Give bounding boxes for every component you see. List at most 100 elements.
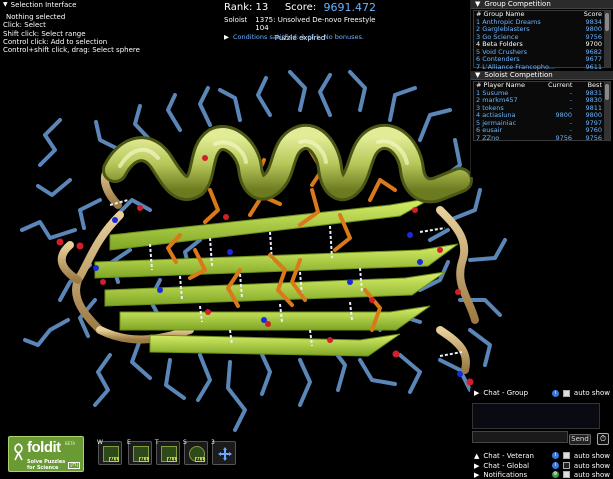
info-icon[interactable]: i [551,390,559,397]
col-current: Current [548,81,573,89]
info-icon[interactable]: i [551,452,559,459]
info-icon[interactable]: i [551,462,559,469]
score-value: 9691.472 [323,1,377,14]
hotkey-label: 3 [211,439,215,446]
player-name: 6 eusair [476,127,503,134]
foldit-logo: foldit BETA Solve Puzzles for Science [H… [8,436,84,472]
player-best: 9756 [585,133,602,142]
chat-global-label[interactable]: Chat - Global [483,462,529,470]
auto-show-label: auto show [573,451,610,460]
conditions-row[interactable]: ▶ Conditions satisfied: 1 of 1. No bonus… [224,33,364,41]
settings-icon[interactable]: ⚙ [551,471,559,478]
chat-group-label[interactable]: Chat - Group [483,389,528,398]
chat-group-panel: ▶ Chat - Group i auto show [470,388,613,450]
hotkey-label: W [97,439,103,446]
player-current: 9756 [555,133,572,142]
chat-veteran-row[interactable]: ▲ Chat - Veteran i auto show [470,451,613,460]
player-current: - [569,88,572,97]
chat-log[interactable] [472,403,600,429]
auto-show-checkbox[interactable] [562,452,570,459]
selection-interface-panel: ▼ Selection Interface Nothing selected C… [0,0,140,60]
group-score: 9611 [585,62,602,71]
group-scrollbar[interactable] [604,11,610,67]
player-name: 7 ZZno [476,134,500,142]
auto-show-label: auto show [573,470,610,479]
group-competition-panel: ▼ Group Competition # Group Name Score 1… [470,0,613,70]
table-row[interactable]: 7 ZZno 9756 9756 [474,133,610,143]
help-click: Click: Select [3,21,46,30]
hotkey-label: S [183,439,187,446]
move-arrows-icon [218,447,232,461]
collapse-triangle-icon[interactable]: ▲ [474,452,479,460]
soloist-scrollbar[interactable] [604,82,610,140]
col-player-name: # Player Name [476,82,525,89]
chat-global-row[interactable]: ▶ Chat - Global i auto show [470,461,613,470]
selection-interface-title: Selection Interface [10,1,77,9]
soloist-competition-header[interactable]: ▼ Soloist Competition [471,71,613,80]
group-name: 6 Contenders [476,56,520,63]
collapse-triangle-icon[interactable]: ▼ [3,1,8,9]
player-current: - [569,96,572,104]
send-button[interactable]: Send [569,434,591,445]
puzzle-title: 1375: Unsolved De-novo Freestyle 104 [255,16,376,32]
wiggle-sidechains-button[interactable]: E ALL [127,439,152,465]
group-name: 4 Beta Folders [476,41,523,48]
hotkey-label: E [127,439,131,446]
logo-tagline-2: for Science [27,465,59,471]
conditions-text: Conditions satisfied: 1 of 1. No bonuses… [233,33,364,41]
logo-name: foldit [27,439,61,456]
chat-veteran-label[interactable]: Chat - Veteran [483,452,534,460]
notifications-label[interactable]: Notifications [483,471,527,479]
expand-triangle-icon[interactable]: ▶ [474,462,479,470]
selection-interface-header[interactable]: ▼ Selection Interface [3,1,131,9]
help-control-click: Control click: Add to selection [3,37,108,46]
tool-label: ALL [108,457,119,462]
player-name: 1 Susume [476,89,509,97]
group-name: 2 Gargleblasters [476,26,530,33]
player-name: 2 markm457 [476,97,518,104]
score-label: Score: [284,2,317,13]
expand-triangle-icon[interactable]: ▶ [224,33,229,41]
tweak-button[interactable]: T ALL [155,439,180,465]
col-group-name: # Group Name [476,11,525,18]
move-button[interactable]: 3 [211,439,236,465]
tool-label: ALL [138,457,149,462]
wiggle-all-button[interactable]: W ALL [97,439,122,465]
group-name: 3 Go Science [476,33,519,41]
player-current: 9800 [555,111,572,119]
logo-version: [H] [68,462,80,469]
tool-label: ALL [194,457,205,462]
logo-beta: BETA [65,441,76,446]
tool-label: ALL [166,457,177,462]
mode-label: Soloist [224,16,248,24]
player-name: 4 actiasluna [476,112,516,119]
group-name: 1 Anthropic Dreams [476,18,541,26]
clock-icon[interactable]: ⏱ [597,433,609,445]
hotkey-label: T [155,439,159,446]
group-name: 5 Void Crushers [476,48,528,56]
player-name: 3 tokens [476,104,504,112]
auto-show-checkbox[interactable] [562,471,570,478]
notifications-row[interactable]: ▶ Notifications ⚙ auto show [470,470,613,479]
auto-show-label: auto show [573,461,610,470]
expand-triangle-icon[interactable]: ▶ [474,471,479,479]
group-competition-header[interactable]: ▼ Group Competition [471,0,613,9]
help-control-shift-click: Control+shift click, drag: Select sphere [3,46,140,55]
shake-button[interactable]: S ALL [183,439,208,465]
group-competition-title: Group Competition [484,0,551,8]
auto-show-checkbox[interactable] [562,390,570,397]
soloist-competition-title: Soloist Competition [484,70,553,79]
selection-status: Nothing selected [6,13,66,22]
auto-show-checkbox[interactable] [562,462,570,469]
help-shift-click: Shift click: Select range [3,29,86,38]
player-current: - [569,118,572,127]
ribbon-icon [14,443,23,461]
collapse-triangle-icon[interactable]: ▼ [475,71,480,80]
expand-triangle-icon[interactable]: ▶ [474,389,479,398]
player-name: 5 jermainiac [476,119,517,127]
chat-input[interactable] [472,431,568,443]
auto-show-label: auto show [573,389,610,397]
collapse-triangle-icon[interactable]: ▼ [475,0,480,9]
soloist-competition-panel: ▼ Soloist Competition # Player Name Curr… [470,71,613,177]
rank-label: Rank: 13 [224,2,269,13]
